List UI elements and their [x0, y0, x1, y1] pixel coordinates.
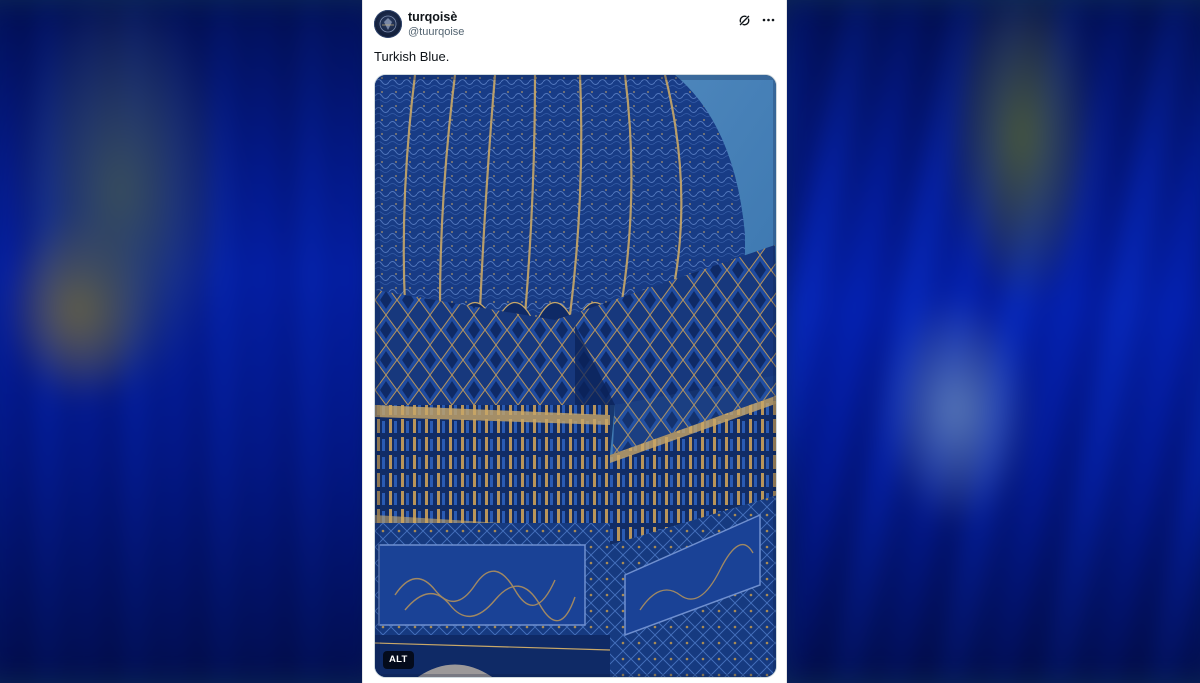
post-text: Turkish Blue.	[374, 49, 450, 64]
user-handle[interactable]: @tuurqoise	[408, 26, 464, 38]
mosaic-dome-photo	[375, 75, 776, 677]
alt-text-badge[interactable]: ALT	[383, 651, 414, 669]
background-left-blur	[0, 0, 380, 683]
background-right-blur	[780, 0, 1200, 683]
post-card: turqoisè @tuurqoise Turkish Blue. ALT	[362, 0, 787, 683]
post-header: turqoisè @tuurqoise	[374, 9, 776, 41]
header-actions	[736, 12, 776, 28]
grok-icon[interactable]	[736, 12, 752, 28]
post-media-image[interactable]: ALT	[374, 74, 777, 678]
avatar-emblem-icon	[379, 15, 397, 33]
display-name[interactable]: turqoisè	[408, 10, 457, 24]
more-icon[interactable]	[760, 12, 776, 28]
avatar[interactable]	[374, 10, 402, 38]
